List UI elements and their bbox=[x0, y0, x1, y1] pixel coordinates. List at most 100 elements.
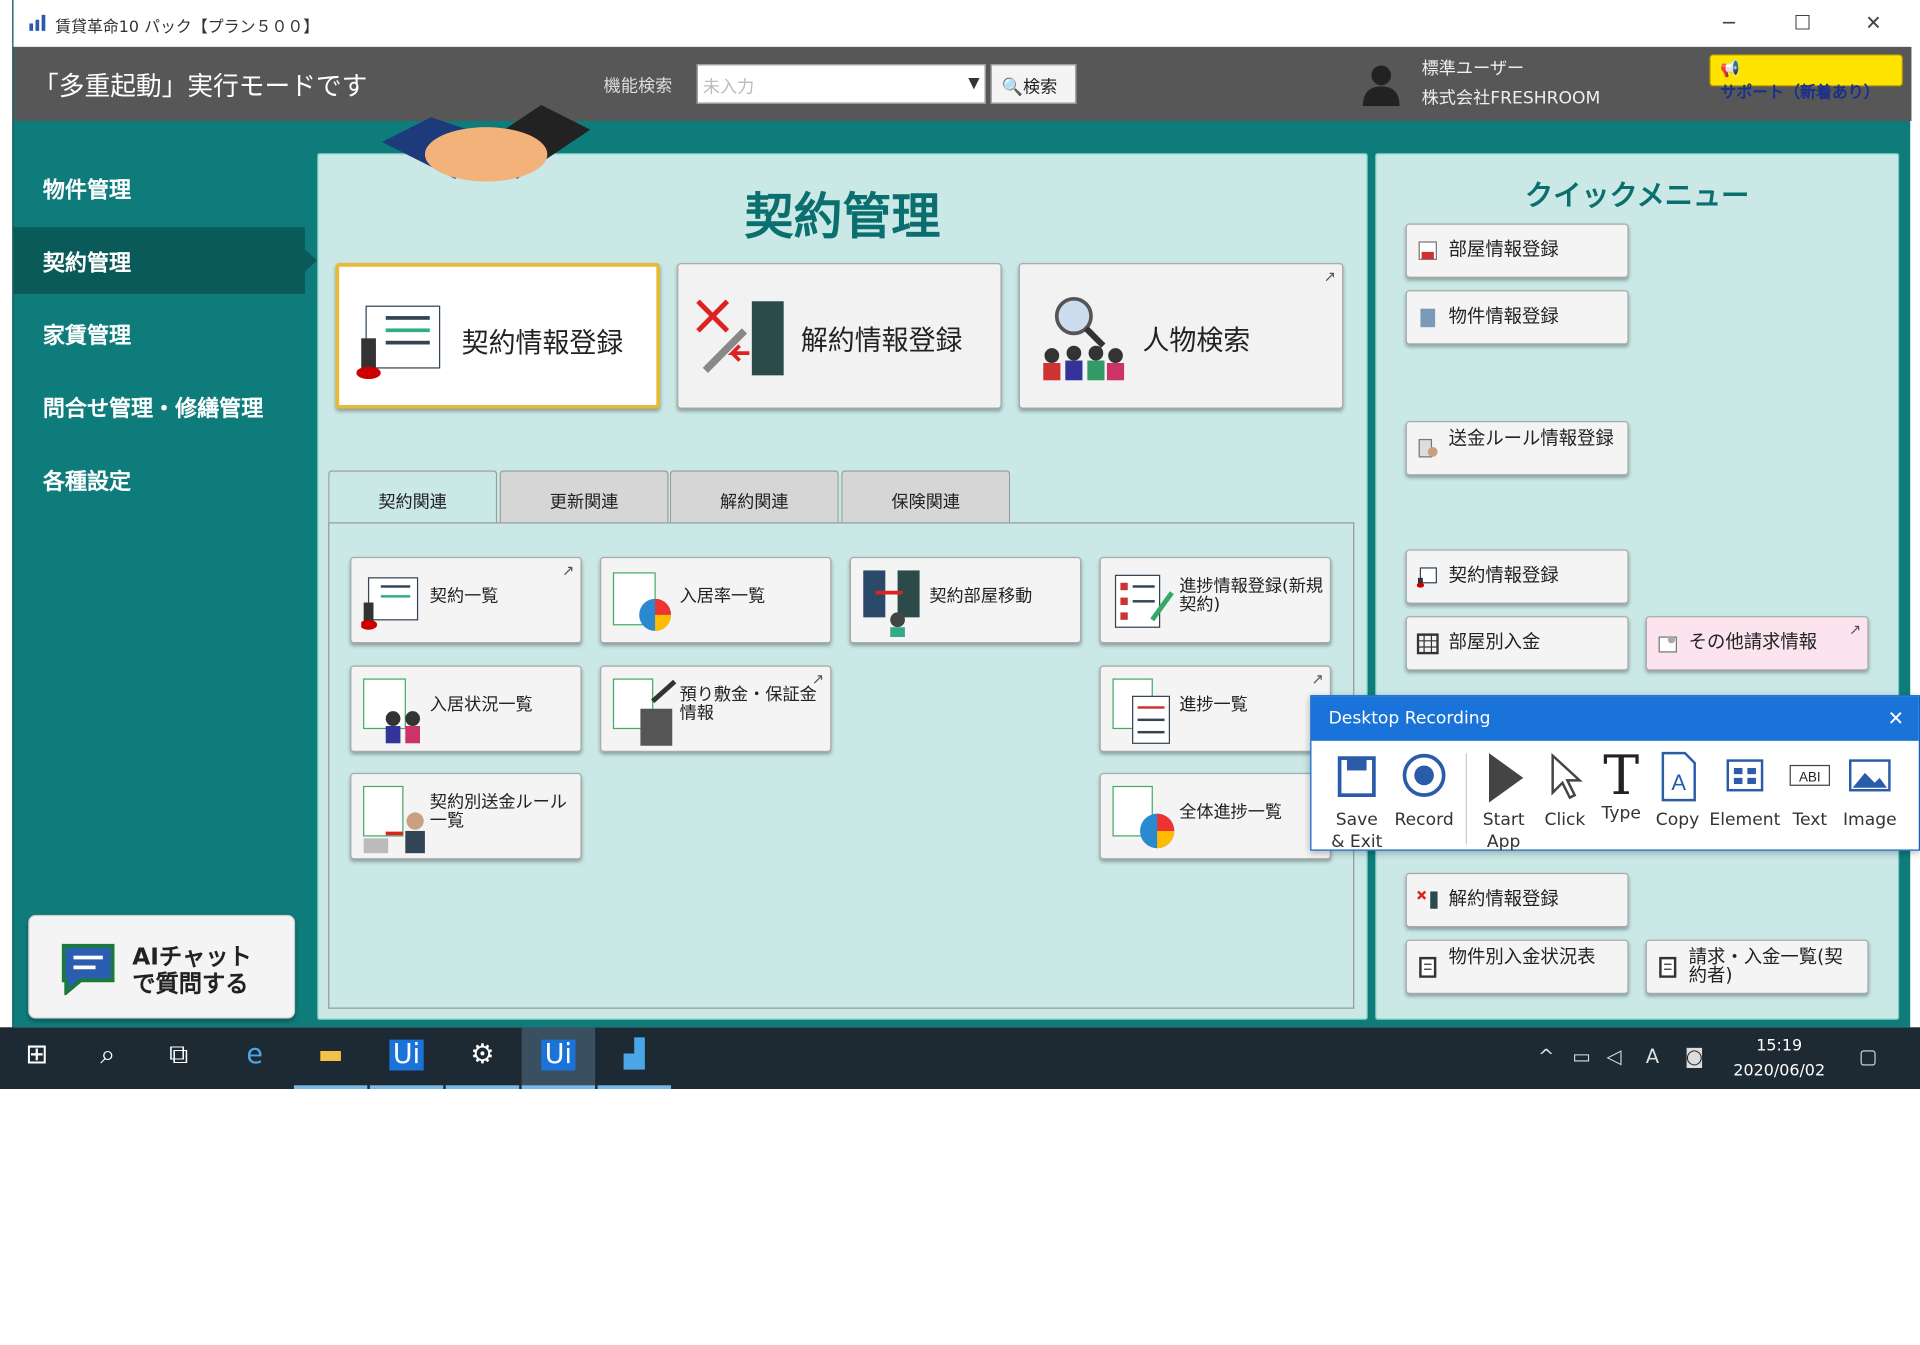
quick-cancellation-register-button[interactable]: 解約情報登録 bbox=[1405, 872, 1629, 928]
quick-property-register-label: 物件情報登録 bbox=[1448, 304, 1559, 328]
recording-close-button[interactable]: ✕ bbox=[1888, 706, 1904, 729]
remittance-rule-list-button[interactable]: 契約別送金ルール一覧 bbox=[350, 772, 582, 860]
file-explorer-icon[interactable]: ▬ bbox=[293, 1027, 368, 1090]
quick-remittance-rule-button[interactable]: 送金ルール情報登録 bbox=[1405, 421, 1629, 476]
deposit-info-button[interactable]: ↗ 預り敷金・保証金情報 bbox=[600, 665, 832, 752]
recording-title: Desktop Recording bbox=[1328, 708, 1491, 729]
network-icon[interactable]: ▭ bbox=[1572, 1045, 1591, 1068]
tab-contract[interactable]: 契約関連 bbox=[328, 470, 498, 528]
minimize-button[interactable]: ─ bbox=[1701, 7, 1757, 39]
sidebar-item-property[interactable]: 物件管理 bbox=[13, 154, 304, 221]
start-icon[interactable]: ⊞ bbox=[0, 1027, 73, 1089]
taskbar: ⊞ ⌕ ⧉ e ▬ Ui ⚙ Ui ▟ ^ ▭ ◁ A ◙ 15:19 2020/… bbox=[0, 1027, 1920, 1090]
overall-progress-label: 全体進捗一覧 bbox=[1179, 802, 1283, 823]
cancellation-register-label: 解約情報登録 bbox=[800, 325, 963, 357]
recording-title-bar: Desktop Recording bbox=[1311, 696, 1919, 741]
user-info: 標準ユーザー 株式会社FRESHROOM bbox=[1422, 54, 1601, 113]
uipath-robot-icon[interactable]: Ui bbox=[521, 1027, 596, 1090]
clock-time: 15:19 bbox=[1756, 1037, 1803, 1056]
svg-text:A: A bbox=[1671, 770, 1686, 795]
overall-progress-button[interactable]: 全体進捗一覧 bbox=[1099, 772, 1332, 860]
maximize-button[interactable]: ☐ bbox=[1774, 7, 1830, 39]
external-link-icon: ↗ bbox=[1311, 670, 1324, 688]
quick-property-register-button[interactable]: 物件情報登録 bbox=[1405, 290, 1629, 345]
page-title: 契約管理 bbox=[744, 188, 941, 246]
pie-chart-icon bbox=[612, 572, 672, 631]
sidebar-item-inquiry[interactable]: 問合せ管理・修繕管理 bbox=[13, 373, 304, 440]
search-icon[interactable]: ⌕ bbox=[71, 1027, 144, 1089]
remittance-icon bbox=[363, 785, 425, 854]
tab-insurance[interactable]: 保険関連 bbox=[841, 470, 1011, 525]
save-icon bbox=[1337, 756, 1376, 797]
person-search-button[interactable]: ↗ 人物検索 bbox=[1018, 262, 1344, 409]
quick-billing-list-label: 請求・入金一覧(契約者) bbox=[1688, 945, 1843, 987]
clock[interactable]: 15:19 2020/06/02 bbox=[1724, 1035, 1834, 1084]
ai-chat-label: AIチャット で質問する bbox=[132, 943, 252, 998]
contract-panel: 契約管理 契約情報登録 解約情報登録 ↗ 人物検索 契約関連 更新関連 解約関連… bbox=[317, 104, 1368, 1020]
security-icon[interactable]: ◙ bbox=[1685, 1045, 1704, 1068]
text-button[interactable]: ABI Text bbox=[1787, 751, 1834, 831]
quick-billing-list-button[interactable]: 請求・入金一覧(契約者) bbox=[1645, 939, 1869, 994]
volume-muted-icon[interactable]: ◁ bbox=[1607, 1045, 1622, 1068]
quick-room-payment-button[interactable]: 部屋別入金 bbox=[1405, 616, 1629, 671]
feature-search-select[interactable]: 未入力 ▼ bbox=[696, 64, 986, 104]
chat-icon bbox=[61, 943, 115, 996]
svg-text:ABI: ABI bbox=[1799, 770, 1821, 785]
quick-contract-register-button[interactable]: 契約情報登録 bbox=[1405, 549, 1629, 604]
sidebar-item-rent[interactable]: 家賃管理 bbox=[13, 300, 304, 367]
uipath-studio-icon[interactable]: Ui bbox=[369, 1027, 444, 1090]
search-button[interactable]: 🔍検索 bbox=[990, 64, 1077, 104]
chintai-app-icon[interactable]: ▟ bbox=[597, 1027, 672, 1090]
play-icon bbox=[1488, 753, 1524, 803]
sidebar-item-settings[interactable]: 各種設定 bbox=[13, 446, 304, 513]
save-exit-button[interactable]: Save & Exit bbox=[1331, 751, 1382, 853]
close-button[interactable]: ✕ bbox=[1845, 7, 1901, 39]
ai-chat-button[interactable]: AIチャット で質問する bbox=[28, 914, 296, 1019]
window-title: 賃貸革命10 パック【プラン５００】 bbox=[55, 18, 320, 38]
notification-icon[interactable]: ▢ bbox=[1859, 1045, 1878, 1068]
title-bar: 賃貸革命10 パック【プラン５００】 ─ ☐ ✕ bbox=[13, 0, 1912, 47]
settings-icon[interactable]: ⚙ bbox=[445, 1027, 520, 1090]
quick-room-register-button[interactable]: 部屋情報登録 bbox=[1405, 223, 1629, 278]
occupancy-rate-button[interactable]: 入居率一覧 bbox=[600, 556, 832, 644]
key-door-icon bbox=[1417, 890, 1438, 909]
people-search-icon bbox=[1043, 296, 1125, 381]
person-search-label: 人物検索 bbox=[1142, 325, 1251, 357]
image-icon bbox=[1848, 759, 1891, 792]
copy-button[interactable]: A Copy bbox=[1652, 751, 1703, 831]
room-transfer-icon bbox=[863, 570, 920, 638]
tenants-icon bbox=[363, 678, 421, 744]
record-button[interactable]: Record bbox=[1392, 751, 1456, 831]
click-label: Click bbox=[1544, 809, 1586, 830]
billing-icon bbox=[1658, 635, 1677, 653]
tab-cancellation[interactable]: 解約関連 bbox=[669, 470, 839, 525]
copy-label: Copy bbox=[1655, 809, 1700, 830]
progress-list-button[interactable]: ↗ 進捗一覧 bbox=[1099, 665, 1332, 752]
key-door-icon bbox=[696, 299, 784, 376]
room-transfer-button[interactable]: 契約部屋移動 bbox=[849, 556, 1082, 644]
sidebar-item-contract[interactable]: 契約管理 bbox=[13, 227, 305, 294]
type-button[interactable]: T Type bbox=[1596, 749, 1647, 825]
start-app-button[interactable]: Start App bbox=[1476, 751, 1532, 853]
quick-property-payment-status-button[interactable]: 物件別入金状況表 bbox=[1405, 939, 1629, 994]
pie-doc-icon bbox=[1112, 785, 1175, 849]
occupancy-status-button[interactable]: 入居状況一覧 bbox=[350, 665, 582, 752]
megaphone-icon: 📢 bbox=[1720, 60, 1741, 80]
contract-register-button[interactable]: 契約情報登録 bbox=[335, 262, 661, 409]
progress-register-button[interactable]: 進捗情報登録(新規契約) bbox=[1099, 556, 1332, 644]
cursor-icon bbox=[1551, 752, 1583, 800]
element-button[interactable]: Element bbox=[1708, 751, 1781, 831]
task-view-icon[interactable]: ⧉ bbox=[142, 1027, 215, 1089]
user-role: 標準ユーザー bbox=[1421, 59, 1525, 80]
support-button[interactable]: 📢 サポート（新着あり） bbox=[1709, 54, 1903, 102]
quick-other-billing-button[interactable]: ↗ その他請求情報 bbox=[1645, 616, 1869, 671]
image-button[interactable]: Image bbox=[1838, 751, 1902, 831]
cancellation-register-button[interactable]: 解約情報登録 bbox=[677, 262, 1002, 409]
tab-renewal[interactable]: 更新関連 bbox=[499, 470, 669, 525]
contract-list-button[interactable]: ↗ 契約一覧 bbox=[350, 556, 582, 644]
click-button[interactable]: Click bbox=[1539, 751, 1590, 831]
ime-icon[interactable]: A bbox=[1646, 1045, 1659, 1068]
ie-icon[interactable]: e bbox=[218, 1027, 291, 1089]
chevron-up-icon[interactable]: ^ bbox=[1538, 1045, 1554, 1068]
feature-search-label: 機能検索 bbox=[603, 76, 673, 97]
